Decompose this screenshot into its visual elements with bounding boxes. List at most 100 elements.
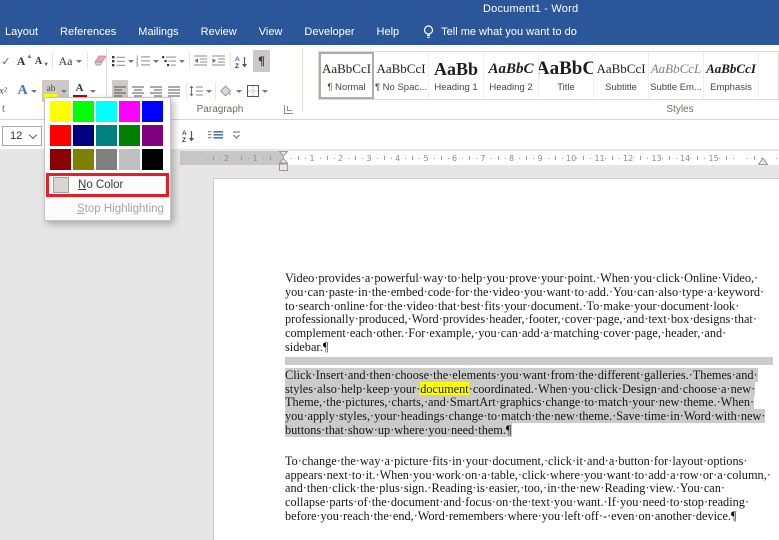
ruler-tick xyxy=(747,158,749,159)
paragraph[interactable]: Click·Insert·and·then·choose·the·element… xyxy=(285,367,777,438)
paragraph[interactable]: To·change·the·way·a·picture·fits·in·your… xyxy=(285,454,777,524)
shrink-font-button[interactable]: A ▼ xyxy=(34,50,50,72)
no-color-option[interactable]: No Color xyxy=(49,176,166,194)
highlight-color-swatch[interactable] xyxy=(96,149,117,170)
ruler-tick xyxy=(604,158,606,159)
grow-font-button[interactable]: A ▲ xyxy=(16,50,33,72)
style-item--normal[interactable]: AaBbCcI ¶ Normal xyxy=(319,52,374,99)
highlight-color-dropdown: No Color Stop Highlighting xyxy=(44,97,171,221)
style-item--no-spac-[interactable]: AaBbCcI ¶ No Spac... xyxy=(374,52,429,99)
ruler-tick xyxy=(205,158,207,159)
highlight-color-swatch[interactable] xyxy=(73,101,94,122)
highlight-color-swatch[interactable] xyxy=(119,101,140,122)
highlight-color-swatch[interactable] xyxy=(50,149,71,170)
style-label: ¶ Normal xyxy=(327,81,366,93)
align-right-icon xyxy=(150,86,162,96)
highlight-color-swatch[interactable] xyxy=(142,101,163,122)
stop-highlighting-label: Stop Highlighting xyxy=(77,202,164,215)
tab-help[interactable]: Help xyxy=(366,18,411,45)
highlight-color-swatch[interactable] xyxy=(119,149,140,170)
dropdown-arrow-icon xyxy=(206,90,212,96)
style-preview: AaBbCcI xyxy=(706,60,756,76)
decrease-indent-button[interactable] xyxy=(192,50,208,72)
highlight-color-grid xyxy=(45,101,170,170)
tab-view[interactable]: View xyxy=(248,18,294,45)
line-spacing-button[interactable] xyxy=(189,80,212,102)
tell-me-label: Tell me what you want to do xyxy=(441,25,577,38)
horizontal-ruler[interactable]: 1 2 3 4 5 6 7 8 9 10 11 12 13 14 15 2 1 xyxy=(180,151,779,171)
paragraph-dialog-launcher-icon[interactable] xyxy=(284,105,293,114)
ruler-tick xyxy=(355,156,357,160)
ruler-tick xyxy=(647,158,649,159)
highlight-color-swatch[interactable] xyxy=(73,149,94,170)
word-window: Document1 - Word Layout References Mailing… xyxy=(0,0,779,540)
swatch-row xyxy=(45,125,170,146)
style-label: Subtle Em... xyxy=(650,81,702,93)
tell-me[interactable]: Tell me what you want to do xyxy=(422,24,577,39)
check-icon[interactable]: ✓ xyxy=(0,50,14,72)
text-effects-button[interactable]: A xyxy=(14,80,40,102)
right-indent-marker-icon[interactable] xyxy=(758,157,768,165)
sort-button-qat[interactable]: A Z xyxy=(178,126,198,144)
paragraph[interactable]: Video·provides·a·powerful·way·to·help·yo… xyxy=(285,271,777,355)
highlight-color-swatch[interactable] xyxy=(73,125,94,146)
dropdown-arrow-icon xyxy=(61,90,67,96)
list-format-button-qat[interactable] xyxy=(205,126,225,144)
highlight-color-swatch[interactable] xyxy=(142,125,163,146)
document-page[interactable]: Video·provides·a·powerful·way·to·help·yo… xyxy=(213,178,779,540)
multilevel-list-button[interactable] xyxy=(161,50,186,72)
style-item-title[interactable]: AaBbC Title xyxy=(539,52,594,99)
style-item-ir[interactable]: AIr xyxy=(759,52,778,99)
ruler-number: 10 xyxy=(566,153,577,163)
shading-button[interactable] xyxy=(218,80,242,102)
bullets-button[interactable] xyxy=(112,50,134,72)
highlight-color-swatch[interactable] xyxy=(142,149,163,170)
align-left-icon xyxy=(114,86,126,96)
font-size-combobox[interactable]: 12 xyxy=(2,126,42,146)
numbering-button[interactable]: 1 2 3 xyxy=(136,50,159,72)
highlight-color-swatch[interactable] xyxy=(96,101,117,122)
ruler-number: 11 xyxy=(594,153,605,163)
ruler-tick xyxy=(291,158,293,159)
indent-markers-icon[interactable] xyxy=(279,151,288,173)
ruler-tick xyxy=(561,158,563,159)
document-text[interactable]: Video·provides·a·powerful·way·to·help·yo… xyxy=(285,271,777,524)
tab-developer[interactable]: Developer xyxy=(293,18,365,45)
highlighter-icon: ab xyxy=(44,84,58,98)
dropdown-arrow-icon xyxy=(128,60,134,66)
dropdown-arrow-icon xyxy=(261,90,268,96)
highlight-color-swatch[interactable] xyxy=(50,125,71,146)
ruler-number: 9 xyxy=(537,153,543,163)
style-item-subtle-em-[interactable]: AaBbCcL Subtle Em... xyxy=(649,52,704,99)
borders-button[interactable] xyxy=(245,80,269,102)
dropdown-arrow-icon xyxy=(89,90,96,96)
more-commands-button[interactable] xyxy=(229,126,243,144)
tab-mailings[interactable]: Mailings xyxy=(127,18,189,45)
ruler-tick xyxy=(462,158,464,159)
tab-review[interactable]: Review xyxy=(190,18,248,45)
style-item-subtitle[interactable]: AaBbCcI Subtitle xyxy=(594,52,649,99)
svg-text:Z: Z xyxy=(182,137,186,142)
indent-icon xyxy=(211,55,225,66)
style-item-heading-2[interactable]: AaBbC Heading 2 xyxy=(484,52,539,99)
sort-button[interactable]: A Z xyxy=(233,50,250,72)
change-case-button[interactable]: Aa xyxy=(56,50,84,72)
style-preview: AaBbCcI xyxy=(596,60,646,76)
title-bar: Document1 - Word xyxy=(0,0,779,18)
style-item-emphasis[interactable]: AaBbCcI Emphasis xyxy=(704,52,759,99)
superscript-button[interactable]: x² xyxy=(0,80,10,102)
stop-highlighting-option[interactable]: Stop Highlighting xyxy=(45,200,170,217)
dropdown-arrow-icon xyxy=(153,60,159,66)
show-formatting-marks-button[interactable]: ¶ xyxy=(253,50,270,72)
text-line: to·search·online·for·the·video·that·best… xyxy=(285,298,740,313)
highlight-color-swatch[interactable] xyxy=(119,125,140,146)
ruler-tick xyxy=(212,156,214,160)
tab-references[interactable]: References xyxy=(49,18,127,45)
tab-layout[interactable]: Layout xyxy=(0,18,49,45)
increase-indent-button[interactable] xyxy=(210,50,226,72)
text-line: collapse·parts·of·the·document·and·focus… xyxy=(285,495,750,510)
clear-formatting-button[interactable] xyxy=(90,50,110,72)
style-item-heading-1[interactable]: AaBb Heading 1 xyxy=(429,52,484,99)
highlight-color-swatch[interactable] xyxy=(50,101,71,122)
highlight-color-swatch[interactable] xyxy=(96,125,117,146)
